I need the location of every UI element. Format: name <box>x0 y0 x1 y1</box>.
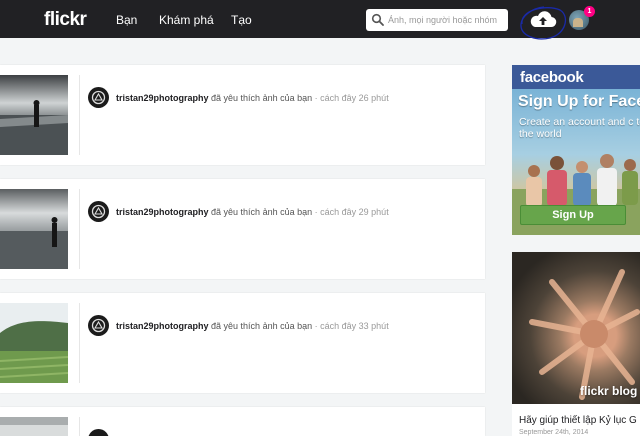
activity-username[interactable]: tristan29photography <box>116 207 209 217</box>
hands-circle-illustration <box>529 269 640 400</box>
card-divider <box>79 189 80 269</box>
card-divider <box>79 417 80 436</box>
activity-action: đã yêu thích ảnh của bạn <box>211 93 313 103</box>
activity-action: đã yêu thích ảnh của bạn <box>211 321 313 331</box>
activity-user-avatar[interactable] <box>88 315 109 336</box>
search-icon <box>371 13 384 26</box>
flickr-blog-brand: flickr blog <box>580 384 638 398</box>
activity-text: tristan29photography đã yêu thích ảnh củ… <box>116 321 389 331</box>
flickr-logo[interactable]: flickr <box>44 9 87 31</box>
photo-thumbnail[interactable] <box>0 303 68 383</box>
flickr-blog-photo[interactable]: flickr blog <box>512 252 640 404</box>
activity-username[interactable]: tristan29photography <box>116 93 209 103</box>
nav-explore[interactable]: Khám phá <box>159 13 214 27</box>
card-divider <box>79 75 80 155</box>
facebook-ad[interactable]: facebook Sign Up for Face Create an acco… <box>512 65 640 235</box>
photo-thumbnail[interactable] <box>0 75 68 155</box>
activity-card: tristan29photography đã yêu thích ảnh củ… <box>0 293 485 393</box>
facebook-logo: facebook <box>520 69 584 86</box>
photo-thumbnail[interactable] <box>0 417 68 436</box>
flickr-blog-promo[interactable]: flickr blog Hãy giúp thiết lập Kỷ lục G … <box>512 252 640 436</box>
search-input[interactable] <box>388 12 506 28</box>
nav-you[interactable]: Bạn <box>116 13 137 27</box>
activity-card <box>0 407 485 436</box>
upload-cloud-icon[interactable] <box>526 8 560 32</box>
flickr-blog-title[interactable]: Hãy giúp thiết lập Kỷ lục G <box>519 415 637 426</box>
activity-time: · cách đây 33 phút <box>314 321 389 331</box>
activity-text: tristan29photography đã yêu thích ảnh củ… <box>116 93 389 103</box>
flickr-blog-date: September 24th, 2014 <box>519 429 589 436</box>
nav-create[interactable]: Tạo <box>231 13 252 27</box>
photographer-logo-icon <box>91 90 106 105</box>
activity-user-avatar[interactable] <box>88 201 109 222</box>
activity-card: tristan29photography đã yêu thích ảnh củ… <box>0 179 485 279</box>
top-navigation-bar: flickr Bạn Khám phá Tạo 1 <box>0 0 640 38</box>
activity-card: tristan29photography đã yêu thích ảnh củ… <box>0 65 485 165</box>
activity-time: · cách đây 29 phút <box>314 207 389 217</box>
activity-username[interactable]: tristan29photography <box>116 321 209 331</box>
notification-badge[interactable]: 1 <box>584 6 595 17</box>
facebook-ad-subline: Create an account and c to the world <box>519 116 640 140</box>
activity-user-avatar[interactable] <box>88 429 109 436</box>
facebook-signup-button[interactable]: Sign Up <box>520 205 626 225</box>
facebook-ad-image: Sign Up for Face Create an account and c… <box>512 89 640 235</box>
photographer-logo-icon <box>91 204 106 219</box>
photographer-logo-icon <box>91 318 106 333</box>
photo-thumbnail[interactable] <box>0 189 68 269</box>
card-divider <box>79 303 80 383</box>
activity-action: đã yêu thích ảnh của bạn <box>211 207 313 217</box>
activity-time: · cách đây 26 phút <box>314 93 389 103</box>
facebook-ad-headline: Sign Up for Face <box>518 93 640 110</box>
search-box[interactable] <box>366 9 508 31</box>
activity-text: tristan29photography đã yêu thích ảnh củ… <box>116 207 389 217</box>
facebook-ad-header: facebook <box>512 65 640 89</box>
activity-user-avatar[interactable] <box>88 87 109 108</box>
